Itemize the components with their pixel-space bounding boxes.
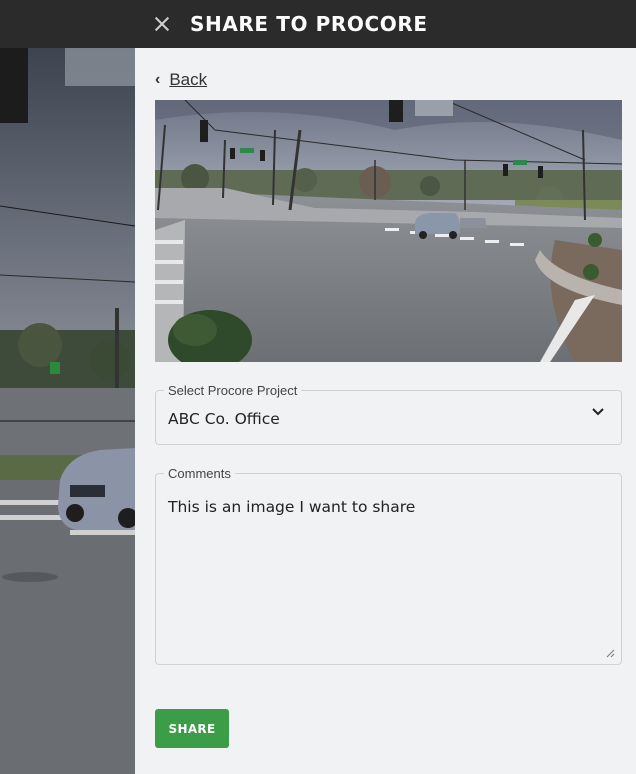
procore-project-select[interactable]: Select Procore Project ABC Co. Office <box>155 383 622 445</box>
project-select-label: Select Procore Project <box>164 383 302 398</box>
resize-handle-icon[interactable] <box>605 648 615 658</box>
close-icon[interactable] <box>153 15 171 33</box>
share-button[interactable]: SHARE <box>155 709 229 748</box>
share-to-procore-panel: SHARE TO PROCORE ‹ Back Select Procore P… <box>135 0 636 774</box>
back-link-label: Back <box>169 70 208 89</box>
panel-header: SHARE TO PROCORE <box>135 0 636 48</box>
back-link[interactable]: ‹ Back <box>155 70 207 90</box>
panel-title: SHARE TO PROCORE <box>190 12 428 36</box>
project-select-value: ABC Co. Office <box>168 410 280 428</box>
comments-value: This is an image I want to share <box>168 498 416 516</box>
comments-textarea[interactable]: Comments This is an image I want to shar… <box>155 466 622 665</box>
chevron-down-icon <box>592 408 604 416</box>
chevron-left-icon: ‹ <box>155 71 161 88</box>
comments-label: Comments <box>164 466 235 481</box>
snapshot-image <box>155 100 622 362</box>
